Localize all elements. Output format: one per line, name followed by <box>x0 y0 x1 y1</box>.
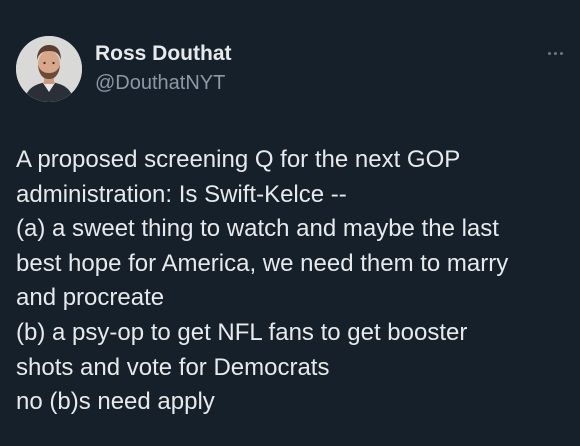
tweet-text-line: best hope for America, we need them to m… <box>16 249 509 277</box>
more-horizontal-icon-dot <box>559 51 563 55</box>
tweet-text-line: (b) a psy-op to get NFL fans to get boos… <box>16 318 468 346</box>
tweet-text-line: no (b)s need apply <box>16 388 215 416</box>
tweet-text-line: A proposed screening Q for the next GOP <box>16 146 461 173</box>
avatar[interactable] <box>16 36 82 102</box>
tweet-text-line: administration: Is Swift-Kelce -- <box>16 180 347 208</box>
tweet-card: Ross Douthat @DouthatNYT A proposed scre… <box>0 0 580 446</box>
more-options-button[interactable] <box>540 42 570 64</box>
tweet-text-line: (a) a sweet thing to watch and maybe the… <box>16 215 499 243</box>
profile-photo-icon <box>16 36 82 102</box>
display-name[interactable]: Ross Douthat <box>95 42 232 66</box>
user-handle[interactable]: @DouthatNYT <box>95 72 225 95</box>
more-horizontal-icon-dot <box>553 51 557 55</box>
more-horizontal-icon <box>547 51 551 55</box>
tweet-text-line: and procreate <box>16 284 165 312</box>
tweet-text-line: shots and vote for Democrats <box>16 353 330 381</box>
tweet-text: A proposed screening Q for the next GOP … <box>16 143 566 420</box>
